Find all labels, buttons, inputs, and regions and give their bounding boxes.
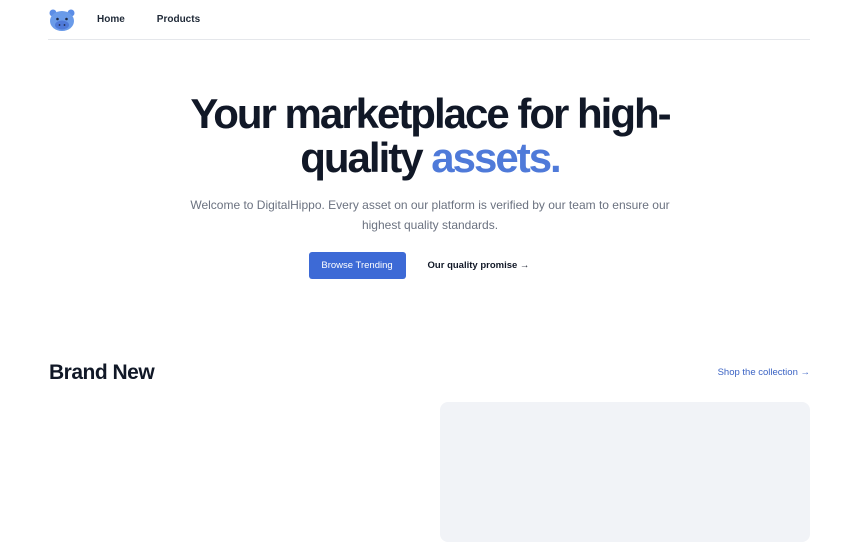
nav-products-link[interactable]: Products bbox=[157, 14, 200, 25]
hero-title-main: Your marketplace for high-quality bbox=[190, 90, 671, 181]
brand-new-title: Brand New bbox=[49, 361, 155, 384]
browse-trending-button[interactable]: Browse Trending bbox=[308, 252, 406, 279]
hippo-logo-icon[interactable] bbox=[48, 6, 76, 34]
hero-description: Welcome to DigitalHippo. Every asset on … bbox=[190, 198, 670, 232]
quality-promise-button[interactable]: Our quality promise → bbox=[428, 260, 530, 271]
shop-collection-link[interactable]: Shop the collection → bbox=[718, 367, 810, 378]
top-navbar: Home Products bbox=[48, 0, 810, 40]
hero-actions: Browse Trending Our quality promise → bbox=[0, 252, 860, 279]
hero-title: Your marketplace for high-quality assets… bbox=[170, 92, 690, 180]
product-card-placeholder[interactable] bbox=[440, 402, 810, 542]
nav-home-link[interactable]: Home bbox=[97, 14, 125, 25]
hero-section: Your marketplace for high-quality assets… bbox=[0, 92, 860, 279]
hero-title-accent: assets. bbox=[431, 134, 561, 181]
